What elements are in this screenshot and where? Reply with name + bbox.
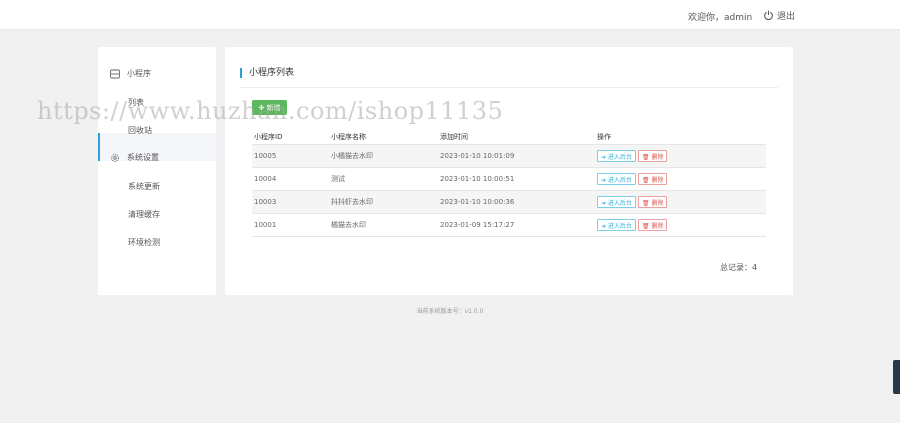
cell-actions: ➜ 进入后台 🗑 删除 xyxy=(597,173,766,185)
miniprogram-table: 小程序ID 小程序名称 添加时间 操作 10005 小橘猫去水印 2023-01… xyxy=(252,129,766,237)
title-divider xyxy=(240,87,778,88)
column-header: 添加时间 xyxy=(440,132,468,141)
sidebar-group-label: 小程序 xyxy=(127,69,151,78)
logout-label: 退出 xyxy=(777,11,796,22)
side-float-tab[interactable] xyxy=(893,360,900,394)
enter-admin-button[interactable]: ➜ 进入后台 xyxy=(597,150,636,162)
cell-time: 2023-01-10 10:01:09 xyxy=(440,152,515,160)
table-header: 小程序ID 小程序名称 添加时间 操作 xyxy=(252,129,766,145)
power-icon xyxy=(764,10,773,20)
sidebar-item-recycle-bin[interactable]: 回收站 xyxy=(128,125,152,136)
cell-actions: ➜ 进入后台 🗑 删除 xyxy=(597,196,766,208)
watermark-text: https://www.huzhan.com/ishop11135 xyxy=(37,97,504,125)
table-row: 10003 抖抖虾去水印 2023-01-10 10:00:36 ➜ 进入后台 … xyxy=(252,191,766,214)
table-row: 10005 小橘猫去水印 2023-01-10 10:01:09 ➜ 进入后台 … xyxy=(252,145,766,168)
sidebar: 小程序 列表 回收站 系统设置 系统更新 清理缓存 环境检测 xyxy=(98,47,216,295)
sidebar-group-miniprogram[interactable]: 小程序 xyxy=(110,68,151,79)
logout-button[interactable]: 退出 xyxy=(763,8,795,22)
page-title: 小程序列表 xyxy=(240,68,294,78)
top-bar: 欢迎你，admin 退出 xyxy=(0,0,900,30)
delete-button[interactable]: 🗑 删除 xyxy=(637,196,668,208)
cell-actions: ➜ 进入后台 🗑 删除 xyxy=(597,219,766,231)
table-row: 10001 橘猫去水印 2023-01-09 15:17:27 ➜ 进入后台 🗑… xyxy=(252,214,766,237)
enter-admin-button[interactable]: ➜ 进入后台 xyxy=(597,219,636,231)
enter-admin-button[interactable]: ➜ 进入后台 xyxy=(597,173,636,185)
cell-name: 测试 xyxy=(331,175,345,183)
sidebar-group-label: 系统设置 xyxy=(127,153,159,162)
table-row: 10004 测试 2023-01-10 10:00:51 ➜ 进入后台 🗑 删除 xyxy=(252,168,766,191)
cell-name: 抖抖虾去水印 xyxy=(331,198,373,206)
delete-button[interactable]: 🗑 删除 xyxy=(637,150,668,162)
column-header: 小程序名称 xyxy=(331,132,366,141)
cell-name: 小橘猫去水印 xyxy=(331,152,373,160)
column-header: 操作 xyxy=(597,132,611,141)
cell-time: 2023-01-10 10:00:51 xyxy=(440,175,515,183)
gear-icon xyxy=(111,153,119,162)
sidebar-group-settings[interactable]: 系统设置 xyxy=(110,152,159,163)
main-panel: 小程序列表 ✚ 新增 小程序ID 小程序名称 添加时间 操作 10005 小橘猫… xyxy=(225,47,793,295)
sidebar-item-system-update[interactable]: 系统更新 xyxy=(128,181,160,192)
cell-name: 橘猫去水印 xyxy=(331,221,366,229)
delete-button[interactable]: 🗑 删除 xyxy=(637,173,668,185)
cell-actions: ➜ 进入后台 🗑 删除 xyxy=(597,150,766,162)
cell-id: 10001 xyxy=(254,221,277,229)
sidebar-item-clear-cache[interactable]: 清理缓存 xyxy=(128,209,160,220)
sidebar-item-env-check[interactable]: 环境检测 xyxy=(128,237,160,248)
cell-time: 2023-01-09 15:17:27 xyxy=(440,221,515,229)
welcome-text: 欢迎你，admin xyxy=(688,13,753,23)
cell-id: 10003 xyxy=(254,198,277,206)
cell-time: 2023-01-10 10:00:36 xyxy=(440,198,515,206)
window-icon xyxy=(110,69,120,78)
delete-button[interactable]: 🗑 删除 xyxy=(637,219,668,231)
total-records: 总记录：4 xyxy=(720,263,758,272)
version-text: 当前系统版本号：v1.0.0 xyxy=(416,308,484,315)
enter-admin-button[interactable]: ➜ 进入后台 xyxy=(597,196,636,208)
column-header: 小程序ID xyxy=(254,132,283,141)
cell-id: 10004 xyxy=(254,175,277,183)
cell-id: 10005 xyxy=(254,152,277,160)
